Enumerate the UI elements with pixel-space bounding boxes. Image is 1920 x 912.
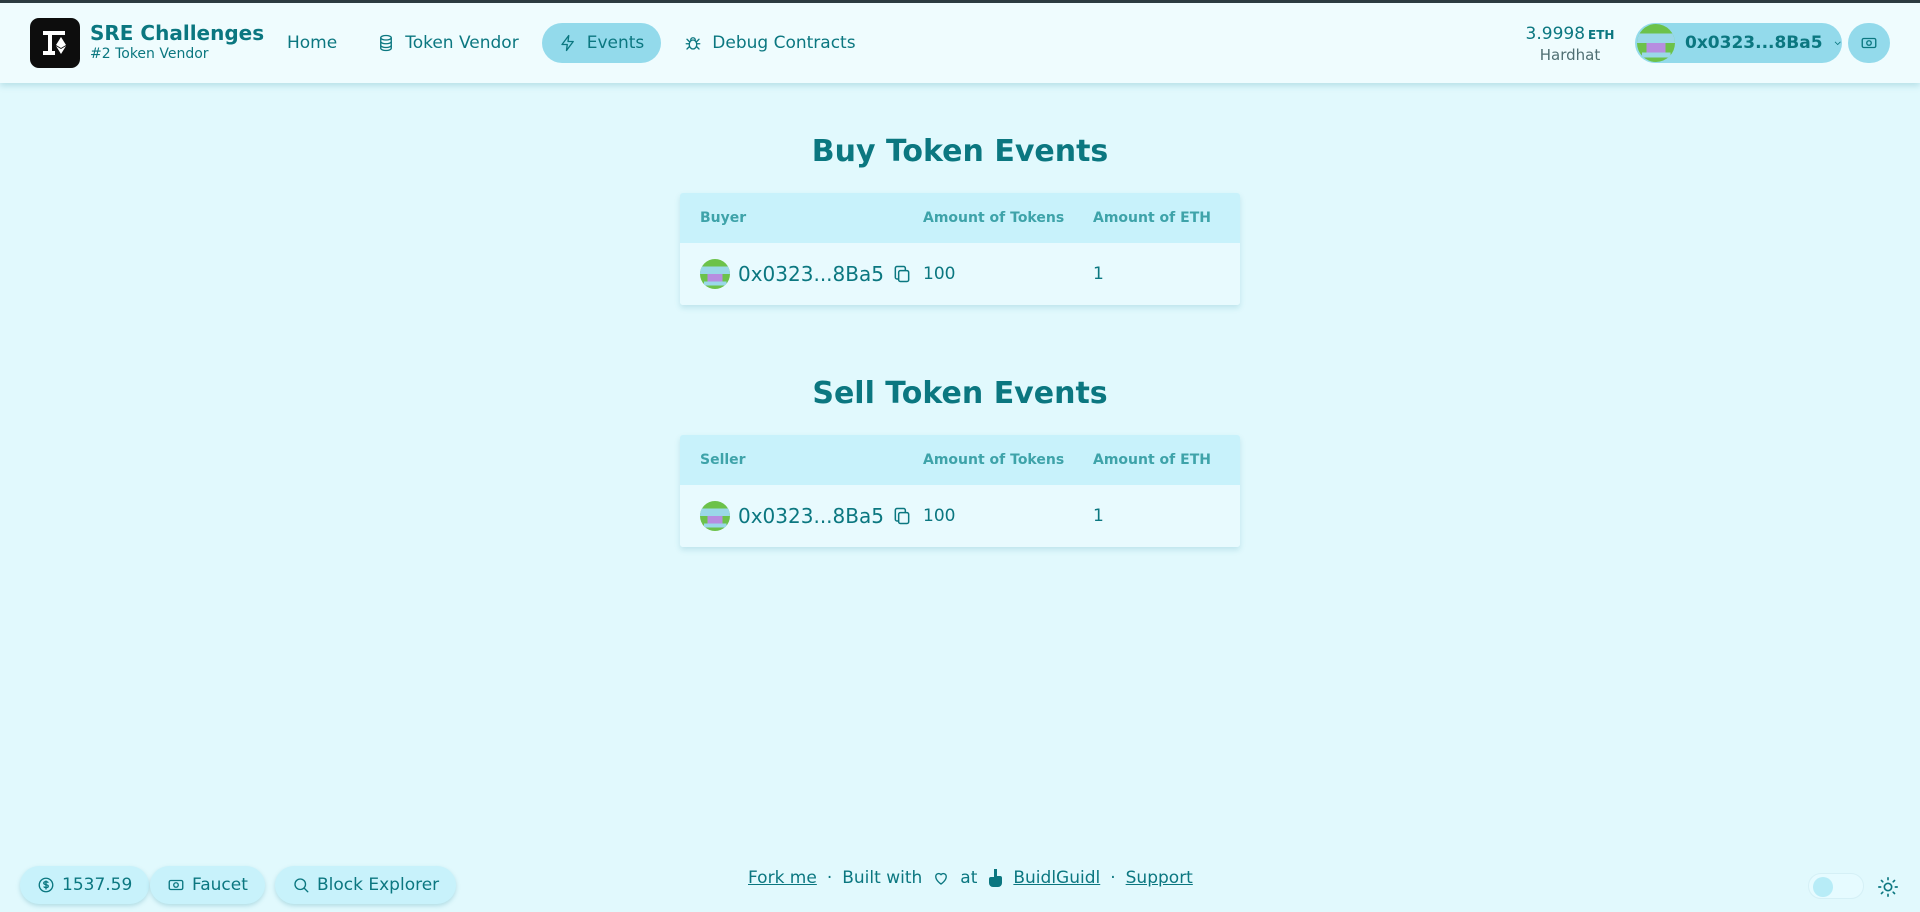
avatar [700, 501, 730, 531]
sell-events-title: Sell Token Events [812, 376, 1108, 411]
separator: · [1110, 868, 1116, 888]
table-header: Buyer Amount of Tokens Amount of ETH [680, 193, 1240, 243]
built-with-text: Built with [842, 868, 923, 888]
account-dropdown-button[interactable]: 0x0323...8Ba5 [1635, 23, 1842, 63]
buy-events-title: Buy Token Events [811, 134, 1109, 169]
copy-icon[interactable] [892, 506, 912, 526]
column-header-eth: Amount of ETH [1093, 452, 1211, 468]
logo[interactable] [30, 18, 80, 68]
buyer-address-cell: 0x0323...8Ba5 [680, 259, 923, 289]
dollar-icon [38, 877, 54, 893]
seller-address[interactable]: 0x0323...8Ba5 [738, 504, 884, 528]
nav-debug-contracts-label: Debug Contracts [712, 33, 856, 53]
column-header-eth: Amount of ETH [1093, 210, 1211, 226]
search-icon [294, 878, 309, 893]
heart-icon [935, 872, 948, 885]
avatar [700, 259, 730, 289]
balance-value: 3.9998 [1525, 24, 1586, 44]
nav-debug-contracts[interactable]: Debug Contracts [667, 23, 872, 63]
faucet-label: Faucet [192, 875, 248, 895]
table-header: Seller Amount of Tokens Amount of ETH [680, 435, 1240, 485]
banknote-icon [168, 879, 184, 891]
brand: SRE Challenges #2 Token Vendor [90, 21, 264, 63]
footer-links: Fork me · Built with at BuidlGuidl · Sup… [748, 866, 1193, 890]
eth-amount: 1 [1093, 264, 1104, 284]
brand-title: SRE Challenges [90, 21, 265, 45]
buy-events-table: Buyer Amount of Tokens Amount of ETH 0x0… [680, 193, 1240, 305]
brand-subtitle: #2 Token Vendor [90, 46, 209, 62]
nav-home-label: Home [287, 33, 338, 53]
column-header-tokens: Amount of Tokens [923, 210, 1065, 226]
sun-icon [1878, 877, 1898, 897]
table-row: 0x0323...8Ba5 100 1 [680, 485, 1240, 547]
bug-icon [685, 37, 701, 50]
at-text: at [960, 868, 978, 888]
sell-events-table: Seller Amount of Tokens Amount of ETH 0x… [680, 435, 1240, 547]
account-address: 0x0323...8Ba5 [1685, 33, 1823, 53]
buidlguidl-link[interactable]: BuidlGuidl [1013, 868, 1100, 888]
logo-icon [43, 31, 66, 55]
nav-token-vendor-label: Token Vendor [405, 33, 519, 53]
block-explorer-button[interactable]: Block Explorer [275, 866, 457, 904]
toggle-knob [1813, 877, 1833, 897]
seller-address-cell: 0x0323...8Ba5 [680, 501, 923, 531]
nav-home[interactable]: Home [270, 23, 354, 63]
column-header-buyer: Buyer [700, 210, 747, 226]
theme-toggle[interactable] [1808, 873, 1864, 899]
table-row: 0x0323...8Ba5 100 1 [680, 243, 1240, 305]
copy-icon[interactable] [892, 264, 912, 284]
block-explorer-label: Block Explorer [317, 875, 440, 895]
eth-amount: 1 [1093, 506, 1104, 526]
qr-code-button[interactable] [1848, 23, 1890, 63]
bolt-icon [561, 34, 574, 52]
buidlguidl-icon [989, 869, 1003, 887]
network-name: Hardhat [1539, 46, 1601, 64]
avatar [1637, 24, 1675, 62]
eth-price-button[interactable]: 1537.59 [20, 866, 150, 904]
chevron-down-icon [1834, 41, 1841, 46]
column-header-seller: Seller [700, 452, 746, 468]
tokens-amount: 100 [923, 506, 956, 526]
column-header-tokens: Amount of Tokens [923, 452, 1065, 468]
header: SRE Challenges #2 Token Vendor Home Toke… [0, 3, 1920, 83]
nav-events-label: Events [586, 33, 645, 53]
wallet-balance: 3.9998 ETH Hardhat [1520, 24, 1620, 65]
support-link[interactable]: Support [1126, 868, 1193, 888]
coins-icon [380, 34, 393, 52]
tokens-amount: 100 [923, 264, 956, 284]
balance-unit: ETH [1588, 28, 1615, 42]
main-nav: Home Token Vendor Events Debug Contracts [270, 23, 873, 63]
separator: · [826, 868, 833, 888]
fork-me-link[interactable]: Fork me [748, 868, 817, 888]
buyer-address[interactable]: 0x0323...8Ba5 [738, 262, 884, 286]
nav-events[interactable]: Events [541, 23, 662, 63]
eth-price: 1537.59 [62, 875, 133, 895]
nav-token-vendor[interactable]: Token Vendor [360, 23, 536, 63]
faucet-button[interactable]: Faucet [150, 866, 265, 904]
qr-code-icon [1861, 37, 1877, 49]
